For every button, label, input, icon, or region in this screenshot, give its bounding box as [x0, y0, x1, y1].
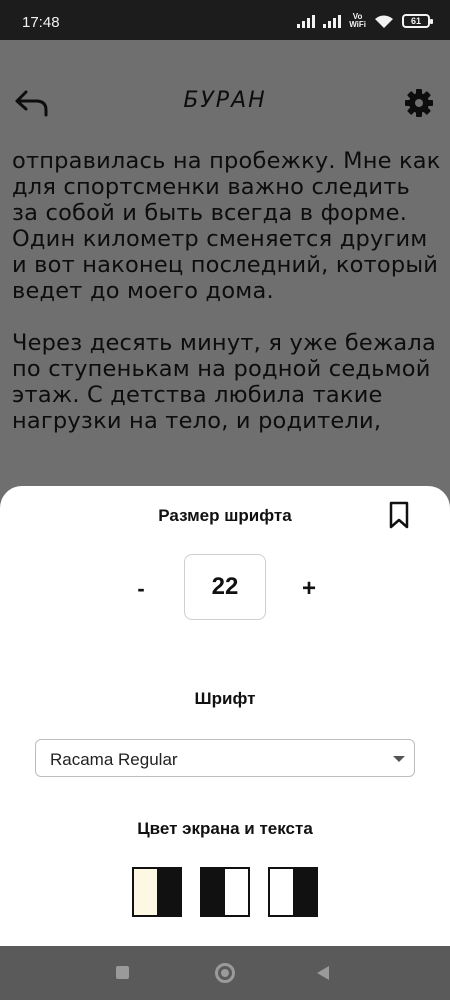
- decrease-font-size-button[interactable]: -: [124, 574, 158, 604]
- wifi-icon: [375, 15, 393, 28]
- swatch-left: [270, 869, 293, 915]
- font-select[interactable]: Racama Regular: [35, 739, 415, 777]
- font-size-title: Размер шрифта: [158, 506, 292, 525]
- circle-home-icon[interactable]: [215, 963, 235, 983]
- font-size-value[interactable]: 22: [184, 554, 266, 620]
- swatch-right: [157, 869, 180, 915]
- square-recents-icon[interactable]: [116, 966, 129, 979]
- book-title: БУРАН: [183, 88, 267, 113]
- reader-settings-sheet: Размер шрифта - 22 + Шрифт Racama Regula…: [0, 486, 450, 946]
- battery-icon: 61: [402, 14, 433, 28]
- triangle-back-icon[interactable]: [317, 966, 329, 980]
- font-select-value: Racama Regular: [50, 750, 178, 769]
- volte-wifi-icon: Vo WiFi: [349, 12, 366, 29]
- font-title: Шрифт: [194, 689, 256, 708]
- book-text: отправилась на пробежку. Мне как для спо…: [12, 148, 442, 460]
- swatch-left: [134, 869, 157, 915]
- status-time: 17:48: [22, 14, 60, 31]
- color-scheme-cream-black[interactable]: [132, 867, 182, 917]
- status-bar: 17:48 Vo WiFi 61: [0, 0, 450, 40]
- book-paragraph: отправилась на пробежку. Мне как для спо…: [12, 148, 441, 304]
- book-paragraph: Через десять минут, я уже бежала по ступ…: [12, 330, 436, 434]
- chevron-down-icon: [393, 756, 405, 762]
- swatch-left: [202, 869, 225, 915]
- signal-strength-icon: [297, 14, 316, 28]
- increase-font-size-button[interactable]: +: [292, 574, 326, 604]
- system-nav-bar: [0, 946, 450, 1000]
- status-icons: Vo WiFi 61: [297, 12, 433, 29]
- bookmark-icon[interactable]: [386, 500, 412, 530]
- color-scheme-white-black[interactable]: [268, 867, 318, 917]
- signal-strength-2-icon: [323, 14, 342, 28]
- color-scheme-black-white[interactable]: [200, 867, 250, 917]
- swatch-right: [225, 869, 248, 915]
- gear-icon[interactable]: [404, 88, 434, 118]
- swatch-right: [293, 869, 316, 915]
- color-scheme-title: Цвет экрана и текста: [137, 819, 313, 838]
